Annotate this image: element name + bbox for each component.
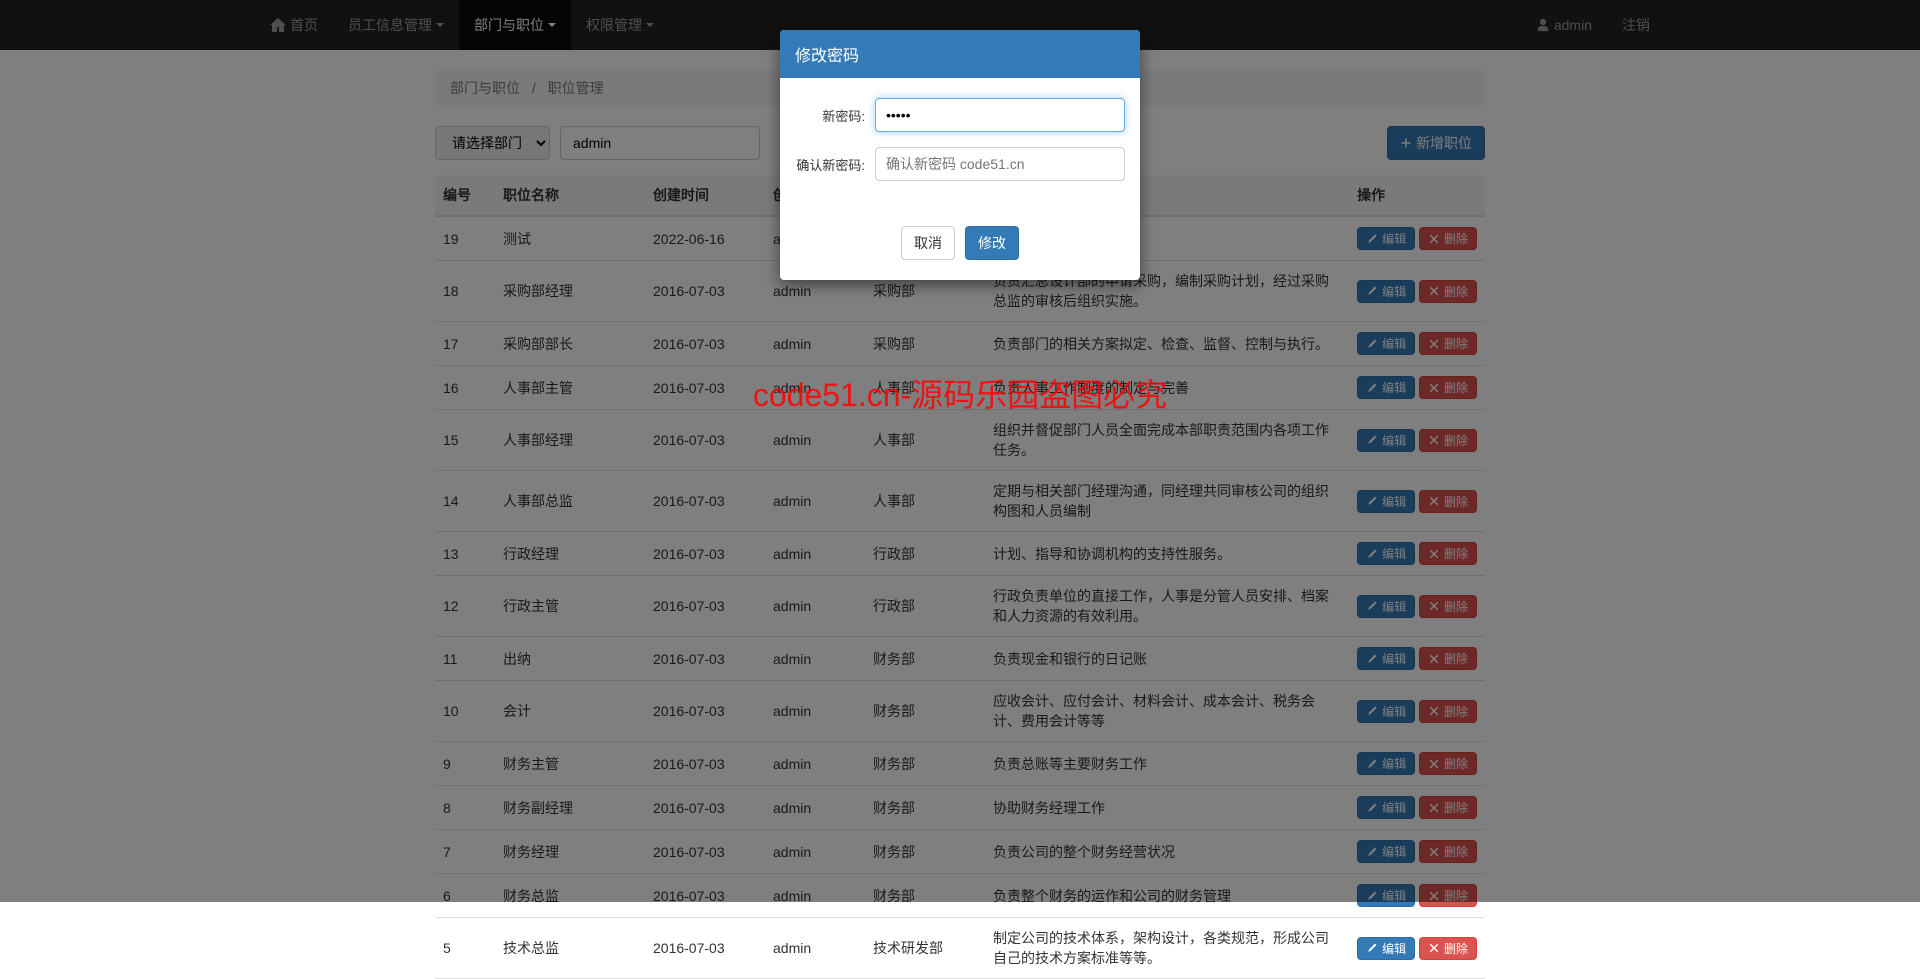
pencil-icon [1366, 942, 1378, 954]
cell-date: 2016-07-03 [645, 918, 765, 979]
cancel-button[interactable]: 取消 [901, 226, 955, 260]
edit-button[interactable]: 编辑 [1357, 937, 1415, 960]
cell-id: 5 [435, 918, 495, 979]
confirm-password-input[interactable] [875, 147, 1125, 181]
cell-dept: 技术研发部 [865, 918, 985, 979]
close-icon [1428, 942, 1440, 954]
new-password-input[interactable] [875, 98, 1125, 132]
change-password-modal: 修改密码 新密码: 确认新密码: 取消 修改 [780, 30, 1140, 280]
cell-desc: 制定公司的技术体系，架构设计，各类规范，形成公司自己的技术方案标准等等。 [985, 918, 1349, 979]
cell-creator: admin [765, 918, 865, 979]
submit-button[interactable]: 修改 [965, 226, 1019, 260]
cell-ops: 编辑 删除 [1349, 918, 1485, 979]
confirm-password-label: 确认新密码: [795, 155, 875, 174]
cell-name: 技术总监 [495, 918, 645, 979]
new-password-label: 新密码: [795, 106, 875, 125]
modal-title: 修改密码 [780, 30, 1140, 78]
delete-button[interactable]: 删除 [1419, 937, 1477, 960]
table-row: 5技术总监2016-07-03admin技术研发部制定公司的技术体系，架构设计，… [435, 918, 1485, 979]
